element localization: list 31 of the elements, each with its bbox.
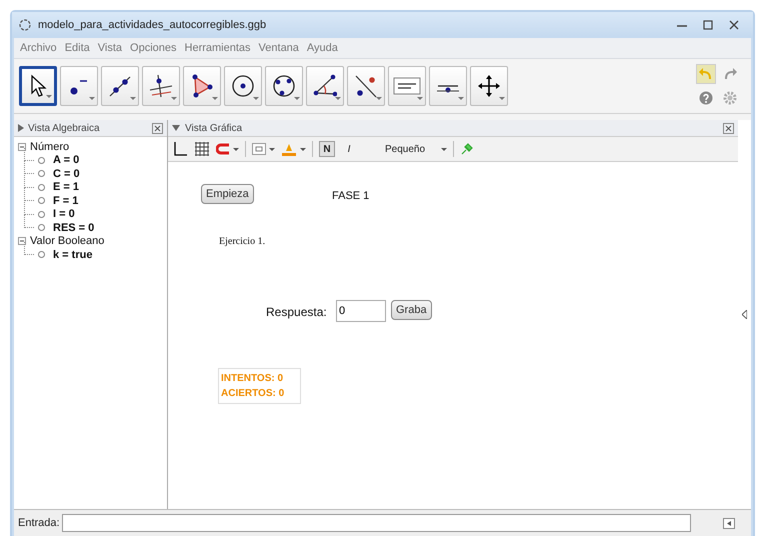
score-text: INTENTOS: 0 bbox=[221, 373, 284, 384]
object-label[interactable]: I = 0 bbox=[53, 208, 75, 220]
object-label[interactable]: E = 1 bbox=[53, 181, 79, 194]
menu-item[interactable]: Archivo bbox=[20, 42, 57, 54]
menu-item[interactable]: Ayuda bbox=[306, 42, 338, 54]
panel-title: Vista Gráfica bbox=[185, 122, 244, 134]
menu-item[interactable]: Opciones bbox=[130, 42, 177, 54]
menu-item[interactable]: Vista bbox=[98, 42, 122, 54]
object-label[interactable]: RES = 0 bbox=[53, 222, 94, 234]
object-label[interactable]: F = 1 bbox=[53, 194, 78, 207]
object-label[interactable]: A = 0 bbox=[53, 154, 80, 166]
answer-field[interactable]: 0 bbox=[336, 300, 386, 322]
object-label[interactable]: C = 0 bbox=[53, 168, 80, 180]
menu-item[interactable]: Edita bbox=[64, 42, 90, 54]
menu-item[interactable]: Ventana bbox=[258, 42, 299, 54]
size-dropdown[interactable]: Pequeño bbox=[385, 144, 448, 154]
menu-item[interactable]: Herramientas bbox=[184, 42, 251, 54]
italic-button[interactable]: I bbox=[341, 141, 357, 157]
group-label: Número bbox=[30, 140, 70, 153]
start-button[interactable]: Empieza bbox=[201, 184, 254, 204]
exercise-label: Ejercicio 1. bbox=[219, 236, 266, 247]
window-title: modelo_para_actividades_autocorregibles.ggb bbox=[38, 19, 268, 31]
phase-label: FASE 1 bbox=[332, 190, 370, 202]
score-text: ACIERTOS: 0 bbox=[221, 388, 286, 399]
save-button[interactable]: Graba bbox=[391, 300, 432, 320]
group-label: Valor Booleano bbox=[30, 235, 104, 248]
panel-title: Vista Algebraica bbox=[28, 122, 101, 134]
input-label: Entrada: bbox=[18, 517, 60, 529]
object-label[interactable]: k = true bbox=[53, 248, 92, 261]
answer-label: Respuesta: bbox=[266, 305, 327, 319]
bold-button[interactable]: N bbox=[319, 141, 335, 157]
